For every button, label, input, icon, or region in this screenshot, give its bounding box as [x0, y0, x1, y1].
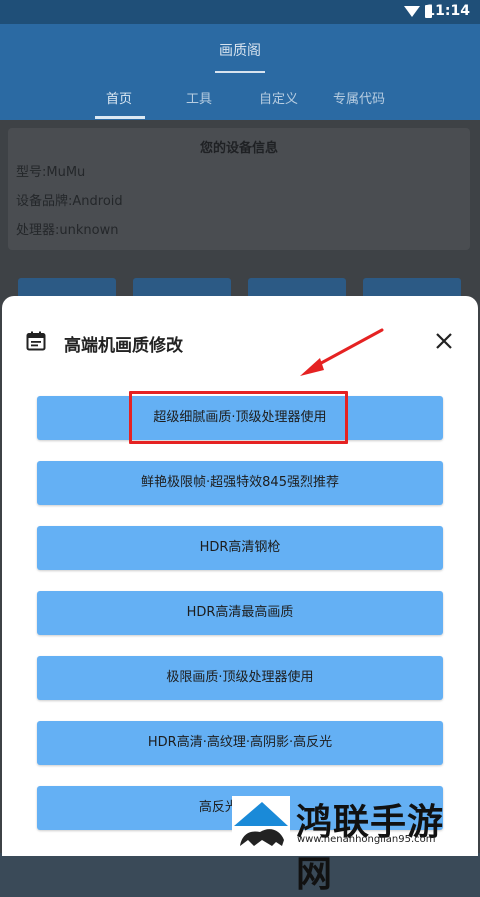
watermark-url: www.henanhonglian95.com [297, 834, 436, 845]
close-icon[interactable] [434, 331, 454, 351]
app-title: 画质阁 [219, 43, 261, 59]
watermark-logo-icon [232, 796, 290, 848]
option-button-hdr-max-quality[interactable]: HDR高清最高画质 [37, 591, 443, 635]
background-button [133, 278, 231, 296]
tab-tools[interactable]: 工具 [186, 88, 212, 107]
sheet-title: 高端机画质修改 [64, 336, 183, 356]
background-button [248, 278, 346, 296]
watermark-text: 鸿联手游网 [296, 802, 445, 895]
highlight-box [129, 391, 348, 444]
option-button-hdr-texture-shadow[interactable]: HDR高清·高纹理·高阴影·高反光 [37, 721, 443, 765]
status-time: 11:14 [425, 3, 470, 19]
device-brand: 设备品牌:Android [16, 194, 123, 209]
annotation-arrow-icon [300, 328, 384, 376]
background-button [18, 278, 116, 296]
tab-home[interactable]: 首页 [106, 88, 132, 107]
tab-indicator [95, 116, 145, 119]
option-button-extreme-quality[interactable]: 极限画质·顶级处理器使用 [37, 656, 443, 700]
option-button-hdr-gun[interactable]: HDR高清钢枪 [37, 526, 443, 570]
wifi-icon [404, 6, 420, 17]
device-model: 型号:MuMu [16, 165, 86, 180]
bottom-sheet [2, 296, 478, 856]
calendar-icon [26, 331, 46, 351]
tab-custom[interactable]: 自定义 [259, 88, 298, 107]
title-underline [215, 71, 265, 73]
tab-exclusive-code[interactable]: 专属代码 [333, 88, 385, 107]
background-button [363, 278, 461, 296]
device-info-title: 您的设备信息 [199, 141, 278, 156]
device-processor: 处理器:unknown [16, 223, 119, 238]
option-button-vivid-max-fps[interactable]: 鲜艳极限帧·超强特效845强烈推荐 [37, 461, 443, 505]
